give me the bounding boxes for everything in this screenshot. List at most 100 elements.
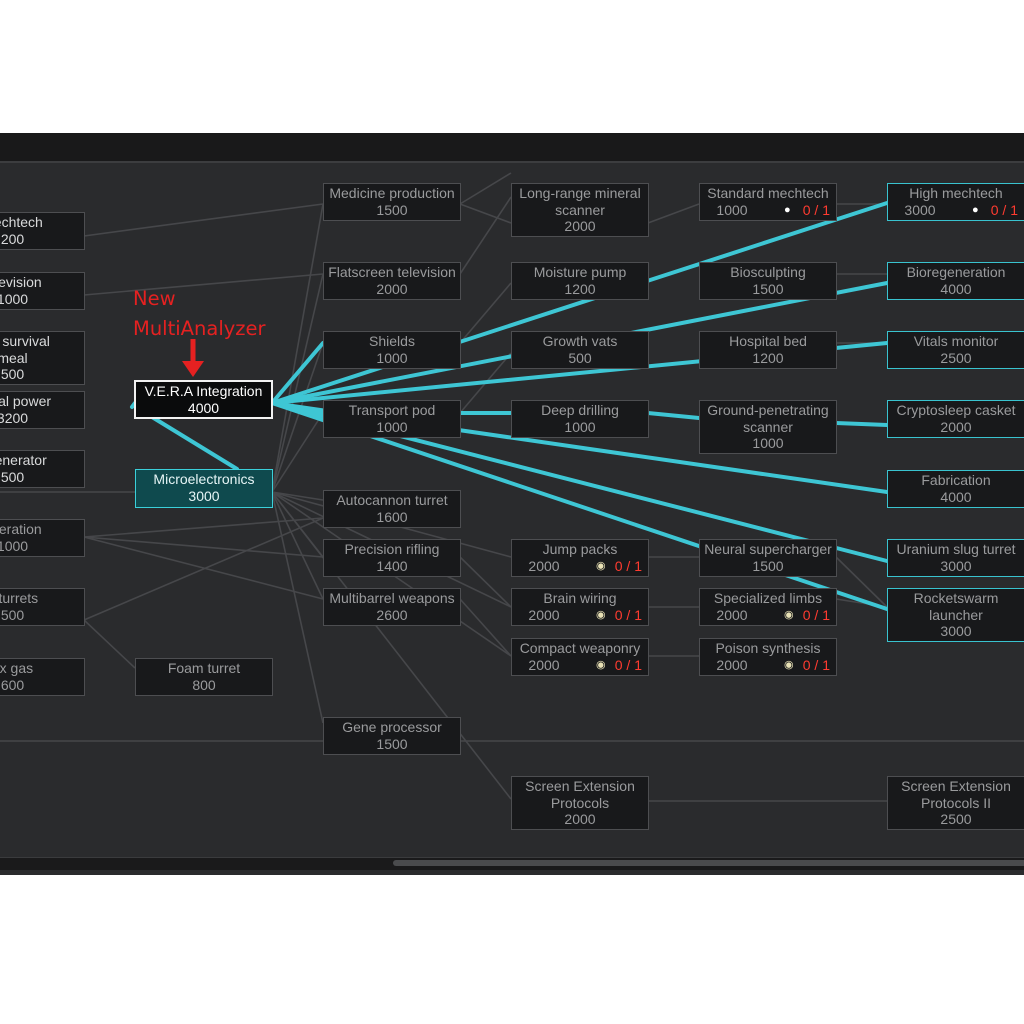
node-title: Protocols: [550, 794, 610, 811]
node-cost: 2600: [376, 606, 408, 623]
node-cost: 2000: [716, 656, 748, 673]
node-title: ged survival: [0, 333, 50, 349]
node-title: Jump packs: [542, 541, 618, 557]
node-cost: 2000: [564, 811, 596, 827]
research-node-long-range-scanner[interactable]: Long-range mineral scanner 2000: [511, 183, 649, 237]
annotation-line: New: [133, 287, 176, 310]
node-cost: 1500: [376, 735, 408, 752]
node-cost: 3000: [940, 623, 972, 639]
node-title: Long-range mineral: [519, 185, 641, 201]
node-cost: 2000: [528, 557, 560, 574]
node-cost: 1500: [752, 557, 784, 574]
node-title: launcher: [929, 606, 983, 623]
mechanitor-icon: ●: [784, 203, 791, 216]
research-node-ground-penetrating-scanner[interactable]: Ground-penetrating scanner 1000: [699, 400, 837, 454]
node-status-row: 2000 ◉ 0 / 1: [700, 607, 836, 624]
research-node-poison-synthesis[interactable]: Poison synthesis 2000 ◉ 0 / 1: [699, 638, 837, 676]
research-node-thermal-power[interactable]: ermal power 3200: [0, 391, 85, 429]
prereq-count: 0 / 1: [802, 201, 830, 218]
node-title: Neural supercharger: [704, 541, 832, 557]
research-node-foam-turret[interactable]: Foam turret 800: [135, 658, 273, 696]
node-title: Medicine production: [329, 185, 455, 201]
research-node-bioregeneration[interactable]: Bioregeneration 4000: [887, 262, 1024, 300]
node-status-row: 1000 ● 0 / 1: [700, 202, 836, 219]
research-node-microelectronics[interactable]: Microelectronics 3000: [135, 469, 273, 508]
node-cost: 4000: [940, 280, 972, 297]
research-node-mechtech[interactable]: mechtech 200: [0, 212, 85, 250]
node-cost: 600: [0, 676, 25, 693]
node-title: Microelectronics: [153, 471, 255, 487]
node-cost: 2500: [940, 811, 972, 827]
research-node-hospital-bed[interactable]: Hospital bed 1200: [699, 331, 837, 369]
node-title: scanner: [555, 201, 605, 218]
node-cost: 1000: [564, 418, 596, 435]
research-node-vitals-monitor[interactable]: Vitals monitor 2500: [887, 331, 1024, 369]
research-node-screen-extension-protocols-ii[interactable]: Screen Extension Protocols II 2500: [887, 776, 1024, 830]
research-node-precision-rifling[interactable]: Precision rifling 1400: [323, 539, 461, 577]
node-title: n turrets: [0, 590, 39, 606]
node-cost: 3200: [0, 409, 29, 426]
research-node-cryptosleep-casket[interactable]: Cryptosleep casket 2000: [887, 400, 1024, 438]
research-node-survival-meal[interactable]: ged survival meal 500: [0, 331, 85, 385]
node-title: operation: [0, 521, 42, 537]
node-title: mechtech: [0, 214, 43, 230]
node-title: Deep drilling: [541, 402, 619, 418]
node-status-row: 3000 ● 0 / 1: [888, 202, 1024, 219]
node-title: Growth vats: [542, 333, 618, 349]
research-node-gene-processor[interactable]: Gene processor 1500: [323, 717, 461, 755]
research-node-vera-integration[interactable]: V.E.R.A Integration 4000: [134, 380, 273, 419]
mechanitor-icon: ●: [972, 203, 979, 216]
node-title: television: [0, 274, 42, 290]
research-node-television[interactable]: television 1000: [0, 272, 85, 310]
node-status-row: 2000 ◉ 0 / 1: [512, 607, 648, 624]
node-title: Transport pod: [348, 402, 436, 418]
research-node-flatscreen-television[interactable]: Flatscreen television 2000: [323, 262, 461, 300]
research-node-specialized-limbs[interactable]: Specialized limbs 2000 ◉ 0 / 1: [699, 588, 837, 626]
research-node-tox-gas[interactable]: ox gas 600: [0, 658, 85, 696]
research-node-turrets[interactable]: n turrets 500: [0, 588, 85, 626]
prereq-count: 0 / 1: [614, 606, 642, 623]
node-title: Multibarrel weapons: [329, 590, 455, 606]
node-title: Bioregeneration: [906, 264, 1006, 280]
research-node-high-mechtech[interactable]: High mechtech 3000 ● 0 / 1: [887, 183, 1024, 221]
research-node-screen-extension-protocols[interactable]: Screen Extension Protocols 2000: [511, 776, 649, 830]
research-node-standard-mechtech[interactable]: Standard mechtech 1000 ● 0 / 1: [699, 183, 837, 221]
node-title: Shields: [369, 333, 415, 349]
node-title: Brain wiring: [543, 590, 617, 606]
node-status-row: 2000 ◉ 0 / 1: [700, 657, 836, 674]
node-cost: 1000: [0, 537, 29, 554]
scrollbar-thumb[interactable]: [393, 860, 1024, 866]
node-title: Cryptosleep casket: [896, 402, 1016, 418]
research-node-shields[interactable]: Shields 1000: [323, 331, 461, 369]
node-title: Foam turret: [167, 660, 241, 676]
research-node-compact-weaponry[interactable]: Compact weaponry 2000 ◉ 0 / 1: [511, 638, 649, 676]
node-cost: 2000: [716, 606, 748, 623]
node-title: Precision rifling: [344, 541, 440, 557]
research-node-generator[interactable]: r generator 500: [0, 450, 85, 488]
research-node-deep-drilling[interactable]: Deep drilling 1000: [511, 400, 649, 438]
research-node-multibarrel-weapons[interactable]: Multibarrel weapons 2600: [323, 588, 461, 626]
node-title: scanner: [743, 418, 793, 435]
node-cost: 3000: [904, 201, 936, 218]
subcore-icon: ◉: [784, 658, 794, 671]
research-node-moisture-pump[interactable]: Moisture pump 1200: [511, 262, 649, 300]
research-node-neural-supercharger[interactable]: Neural supercharger 1500: [699, 539, 837, 577]
research-node-growth-vats[interactable]: Growth vats 500: [511, 331, 649, 369]
node-title: Ground-penetrating: [707, 402, 829, 418]
node-status-row: 2000 ◉ 0 / 1: [512, 657, 648, 674]
research-node-jump-packs[interactable]: Jump packs 2000 ◉ 0 / 1: [511, 539, 649, 577]
research-node-medicine-production[interactable]: Medicine production 1500: [323, 183, 461, 221]
research-node-transport-pod[interactable]: Transport pod 1000: [323, 400, 461, 438]
research-node-uranium-slug-turret[interactable]: Uranium slug turret 3000: [887, 539, 1024, 577]
research-node-rocketswarm-launcher[interactable]: Rocketswarm launcher 3000: [887, 588, 1024, 642]
research-node-cooperation[interactable]: operation 1000: [0, 519, 85, 557]
research-node-brain-wiring[interactable]: Brain wiring 2000 ◉ 0 / 1: [511, 588, 649, 626]
horizontal-scrollbar[interactable]: [0, 857, 1024, 870]
node-cost: 1500: [376, 201, 408, 218]
research-node-fabrication[interactable]: Fabrication 4000: [887, 470, 1024, 508]
research-node-biosculpting[interactable]: Biosculpting 1500: [699, 262, 837, 300]
node-cost: 1500: [752, 280, 784, 297]
node-title: Protocols II: [920, 794, 992, 811]
research-node-autocannon-turret[interactable]: Autocannon turret 1600: [323, 490, 461, 528]
node-cost: 4000: [187, 399, 220, 416]
